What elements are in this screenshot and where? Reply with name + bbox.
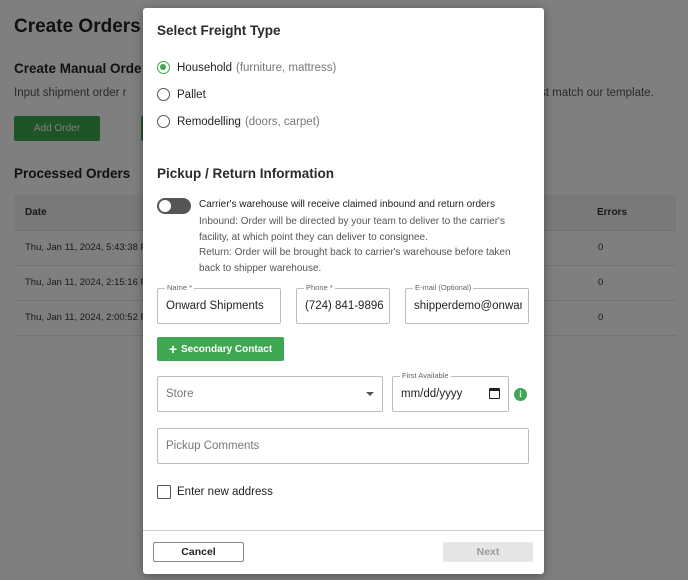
secondary-contact-button[interactable]: + Secondary Contact	[157, 337, 284, 361]
radio-hint: (doors, carpet)	[244, 115, 320, 128]
footer-divider	[143, 530, 544, 531]
new-address-checkbox-row[interactable]: Enter new address	[157, 485, 273, 499]
store-select[interactable]: Store	[157, 376, 383, 412]
toggle-label: Carrier's warehouse will receive claimed…	[199, 199, 495, 210]
email-field[interactable]: E-mail (Optional) shipperdemo@onward	[405, 283, 529, 324]
return-info: Return: Order will be brought back to ca…	[199, 247, 511, 274]
first-available-value: mm/dd/yyyy	[401, 388, 463, 400]
inbound-info: Inbound: Order will be directed by your …	[199, 216, 505, 243]
radio-checked-icon[interactable]	[157, 61, 170, 74]
radio-unchecked-icon[interactable]	[157, 88, 170, 101]
cancel-button[interactable]: Cancel	[153, 542, 244, 562]
warehouse-toggle[interactable]	[157, 198, 191, 214]
plus-icon: +	[168, 341, 178, 357]
secondary-contact-label: Secondary Contact	[181, 343, 273, 355]
name-field-value: Onward Shipments	[166, 300, 264, 312]
radio-label: Pallet	[177, 88, 206, 101]
first-available-label: First Available	[400, 371, 451, 380]
pickup-comments-placeholder: Pickup Comments	[166, 440, 260, 452]
first-available-date-input[interactable]: First Available mm/dd/yyyy	[392, 371, 509, 412]
new-address-checkbox[interactable]	[157, 485, 171, 499]
store-placeholder: Store	[166, 388, 194, 400]
radio-remodelling[interactable]: Remodelling (doors, carpet)	[157, 115, 320, 128]
radio-hint: (furniture, mattress)	[235, 61, 337, 74]
radio-pallet[interactable]: Pallet	[157, 88, 206, 101]
phone-field-label: Phone *	[304, 283, 335, 292]
pickup-comments-input[interactable]: Pickup Comments	[157, 428, 529, 464]
email-field-label: E-mail (Optional)	[413, 283, 474, 292]
radio-label: Remodelling	[177, 115, 241, 128]
radio-label: Household	[177, 61, 232, 74]
chevron-down-icon	[366, 392, 374, 396]
name-field-label: Name *	[165, 283, 195, 292]
email-field-value: shipperdemo@onward	[414, 300, 522, 312]
calendar-icon[interactable]	[489, 388, 500, 399]
new-address-label: Enter new address	[177, 486, 273, 498]
radio-household[interactable]: Household (furniture, mattress)	[157, 61, 336, 74]
radio-unchecked-icon[interactable]	[157, 115, 170, 128]
freight-modal: Select Freight Type Household (furniture…	[143, 8, 544, 574]
freight-type-title: Select Freight Type	[157, 23, 281, 38]
toggle-knob	[159, 200, 171, 212]
name-field[interactable]: Name * Onward Shipments	[157, 283, 281, 324]
pickup-return-title: Pickup / Return Information	[157, 166, 335, 181]
next-button[interactable]: Next	[443, 542, 533, 562]
phone-field-value: (724) 841-9896	[305, 300, 383, 312]
info-icon[interactable]: i	[514, 388, 527, 401]
phone-field[interactable]: Phone * (724) 841-9896	[296, 283, 390, 324]
